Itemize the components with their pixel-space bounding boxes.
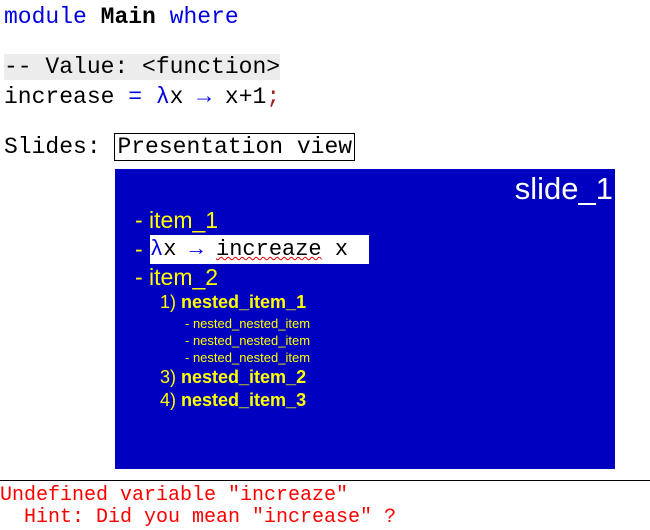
slide-code-dash: - xyxy=(135,236,149,263)
nested-item: 3) nested_item_2 xyxy=(160,367,306,388)
item-label: nested_item_1 xyxy=(181,292,307,312)
item-number: 1) xyxy=(160,292,182,312)
keyword: module xyxy=(4,4,87,30)
nested-nested-item: - nested_nested_item xyxy=(185,333,311,348)
keyword: where xyxy=(169,4,239,30)
definition-line: increase = λx → x+1; xyxy=(4,84,280,110)
item-label: nested_item_2 xyxy=(181,367,307,387)
module-line: module Main where xyxy=(4,4,239,30)
module-name: Main xyxy=(100,4,156,30)
error-hint: Hint: Did you mean "increase" ? xyxy=(0,506,397,529)
arrow: → xyxy=(197,84,212,110)
dash: - xyxy=(135,236,150,262)
presentation-view-button[interactable]: Presentation view xyxy=(114,133,356,161)
slide-title: slide_1 xyxy=(514,171,613,206)
slide-item: - item_1 xyxy=(135,207,219,233)
def-name: increase xyxy=(4,84,115,110)
nested-nested-item: - nested_nested_item xyxy=(185,350,311,365)
divider xyxy=(0,480,650,481)
undefined-identifier: increaze xyxy=(216,237,322,262)
nested-item: 4) nested_item_3 xyxy=(160,390,306,411)
nested-item: 1) nested_item_1 xyxy=(160,292,306,313)
slides-line: Slides: Presentation view xyxy=(4,133,356,161)
lambda-symbol: λ xyxy=(155,84,170,110)
slides-label: Slides: xyxy=(4,134,101,160)
item-label: nested_item_3 xyxy=(181,390,307,410)
arg: x xyxy=(163,237,190,262)
comment-text: -- Value: <function> xyxy=(4,54,281,80)
body: x+1 xyxy=(224,84,267,110)
nested-nested-item: - nested_nested_item xyxy=(185,316,311,331)
code-snippet: λx → increaze x xyxy=(150,235,369,264)
value-comment: -- Value: <function> xyxy=(4,54,281,80)
item-number: 4) xyxy=(160,390,182,410)
semicolon: ; xyxy=(266,84,281,110)
item-number: 3) xyxy=(160,367,182,387)
error-message: Undefined variable "increaze" xyxy=(0,484,349,507)
lambda-symbol: λ xyxy=(150,237,164,262)
arg: x xyxy=(169,84,184,110)
equals: = xyxy=(128,84,143,110)
slide-preview: slide_1 - item_1 - λx → increaze x - ite… xyxy=(115,169,615,469)
arg: x xyxy=(321,237,349,262)
slide-item: - item_2 xyxy=(135,264,219,290)
arrow: → xyxy=(189,237,203,262)
